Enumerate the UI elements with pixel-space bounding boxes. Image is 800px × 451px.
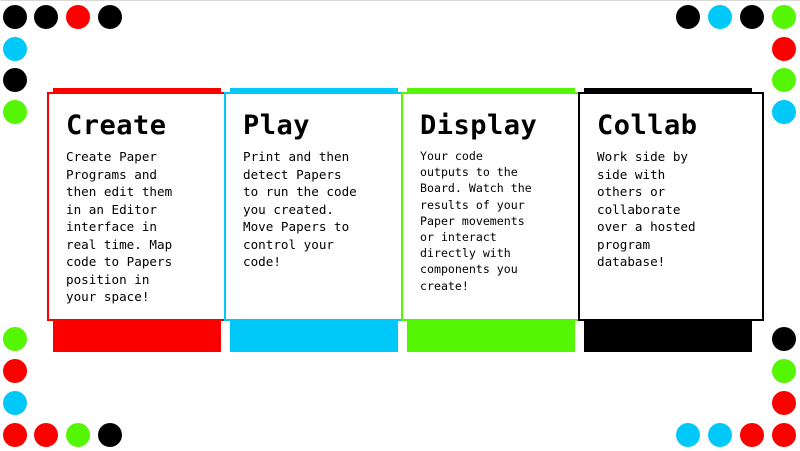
- dot: [3, 68, 27, 92]
- card-body: Print and then detect Papers to run the …: [243, 149, 357, 269]
- dot: [3, 391, 27, 415]
- card-body: Your code outputs to the Board. Watch th…: [420, 149, 532, 293]
- card-panel: Create Create Paper Programs and then ed…: [47, 92, 233, 321]
- dot: [772, 423, 796, 447]
- dot: [3, 359, 27, 383]
- dot: [772, 359, 796, 383]
- card-panel: Display Your code outputs to the Board. …: [401, 92, 587, 321]
- dot: [772, 391, 796, 415]
- card-title: Display: [420, 110, 538, 141]
- card-title: Create: [66, 110, 167, 141]
- dot: [98, 5, 122, 29]
- card-body: Create Paper Programs and then edit them…: [66, 149, 173, 304]
- dot: [34, 5, 58, 29]
- card-title: Play: [243, 110, 311, 141]
- dot: [676, 423, 700, 447]
- dot: [3, 5, 27, 29]
- dot: [708, 423, 732, 447]
- card-body: Work side by side with others or collabo…: [597, 149, 696, 269]
- card-title: Collab: [597, 110, 698, 141]
- dot: [772, 5, 796, 29]
- dot: [740, 423, 764, 447]
- dot: [66, 5, 90, 29]
- dot: [3, 37, 27, 61]
- dot: [3, 100, 27, 124]
- card-panel: Play Print and then detect Papers to run…: [224, 92, 410, 321]
- card-panel: Collab Work side by side with others or …: [578, 92, 764, 321]
- dot: [676, 5, 700, 29]
- top-divider: [0, 0, 800, 1]
- dot: [772, 100, 796, 124]
- dot: [3, 423, 27, 447]
- dot: [772, 327, 796, 351]
- dot: [772, 68, 796, 92]
- dot: [740, 5, 764, 29]
- dot: [66, 423, 90, 447]
- dot: [3, 327, 27, 351]
- dot: [708, 5, 732, 29]
- dot: [34, 423, 58, 447]
- dot: [98, 423, 122, 447]
- dot: [772, 37, 796, 61]
